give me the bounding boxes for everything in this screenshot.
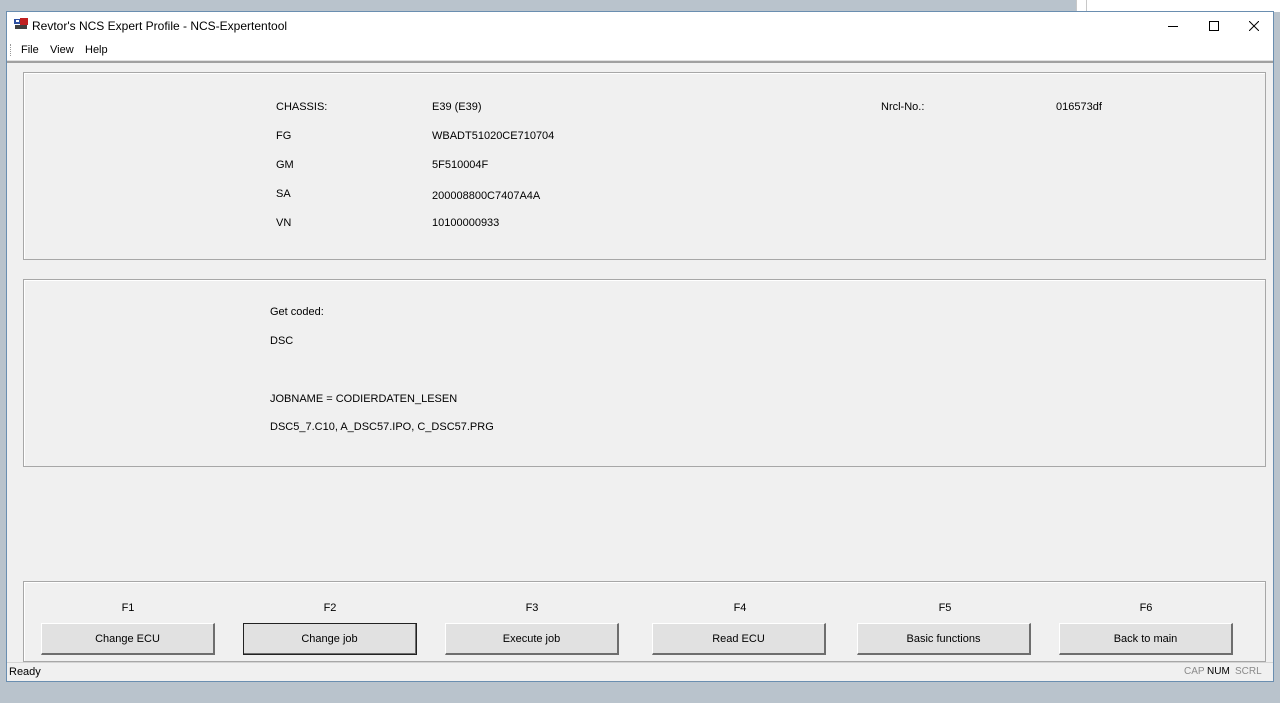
close-icon: [1249, 21, 1259, 31]
status-text: Ready: [9, 666, 41, 678]
window-title: Revtor's NCS Expert Profile - NCS-Expert…: [32, 19, 288, 33]
execute-job-button[interactable]: Execute job: [445, 623, 619, 655]
vn-label: VN: [276, 217, 292, 229]
fg-label: FG: [276, 130, 292, 142]
menu-help[interactable]: Help: [85, 44, 108, 56]
chassis-value: E39 (E39): [432, 101, 482, 113]
cap-indicator: CAP: [1184, 666, 1205, 677]
maximize-icon: [1209, 21, 1219, 31]
vn-value: 10100000933: [432, 217, 500, 229]
close-button[interactable]: [1234, 12, 1274, 40]
gm-label: GM: [276, 159, 294, 171]
change-job-button[interactable]: Change job: [243, 623, 417, 655]
sa-label: SA: [276, 188, 291, 200]
minimize-icon: [1168, 26, 1178, 27]
function-keys-panel: F1 F2 F3 F4 F5 F6 Change ECU Change job …: [23, 581, 1266, 662]
f4-key-label: F4: [733, 602, 747, 614]
nrcl-value: 016573df: [1056, 101, 1102, 113]
f3-key-label: F3: [525, 602, 539, 614]
menu-view[interactable]: View: [50, 44, 74, 56]
change-ecu-button[interactable]: Change ECU: [41, 623, 215, 655]
nrcl-label: Nrcl-No.:: [881, 101, 925, 113]
status-bar: Ready CAP NUM SCRL: [7, 662, 1273, 681]
sa-value: 200008800C7407A4A: [432, 190, 541, 202]
basic-functions-button[interactable]: Basic functions: [857, 623, 1031, 655]
title-bar[interactable]: Revtor's NCS Expert Profile - NCS-Expert…: [7, 12, 1273, 40]
chassis-label: CHASSIS:: [276, 101, 328, 113]
maximize-button[interactable]: [1194, 12, 1234, 40]
minimize-button[interactable]: [1153, 12, 1193, 40]
menu-file[interactable]: File: [21, 44, 39, 56]
gm-value: 5F510004F: [432, 159, 489, 171]
num-indicator: NUM: [1207, 666, 1230, 677]
menu-bar: File View Help: [7, 40, 1273, 61]
vehicle-info-panel: CHASSIS: E39 (E39) Nrcl-No.: 016573df FG…: [23, 72, 1266, 260]
job-files-text: DSC5_7.C10, A_DSC57.IPO, C_DSC57.PRG: [270, 421, 494, 433]
f1-key-label: F1: [121, 602, 135, 614]
module-name: DSC: [270, 335, 294, 347]
app-icon: [14, 18, 28, 30]
jobname-text: JOBNAME = CODIERDATEN_LESEN: [270, 393, 458, 405]
app-window: Revtor's NCS Expert Profile - NCS-Expert…: [6, 11, 1274, 682]
client-separator: [7, 61, 1273, 63]
scrl-indicator: SCRL: [1235, 666, 1262, 677]
fg-value: WBADT51020CE710704: [432, 130, 555, 142]
read-ecu-button[interactable]: Read ECU: [652, 623, 826, 655]
f2-key-label: F2: [323, 602, 337, 614]
get-coded-label: Get coded:: [270, 306, 324, 318]
back-to-main-button[interactable]: Back to main: [1059, 623, 1233, 655]
menu-grip: [10, 44, 13, 56]
f5-key-label: F5: [938, 602, 952, 614]
f6-key-label: F6: [1139, 602, 1153, 614]
job-info-panel: Get coded: DSC JOBNAME = CODIERDATEN_LES…: [23, 279, 1266, 467]
